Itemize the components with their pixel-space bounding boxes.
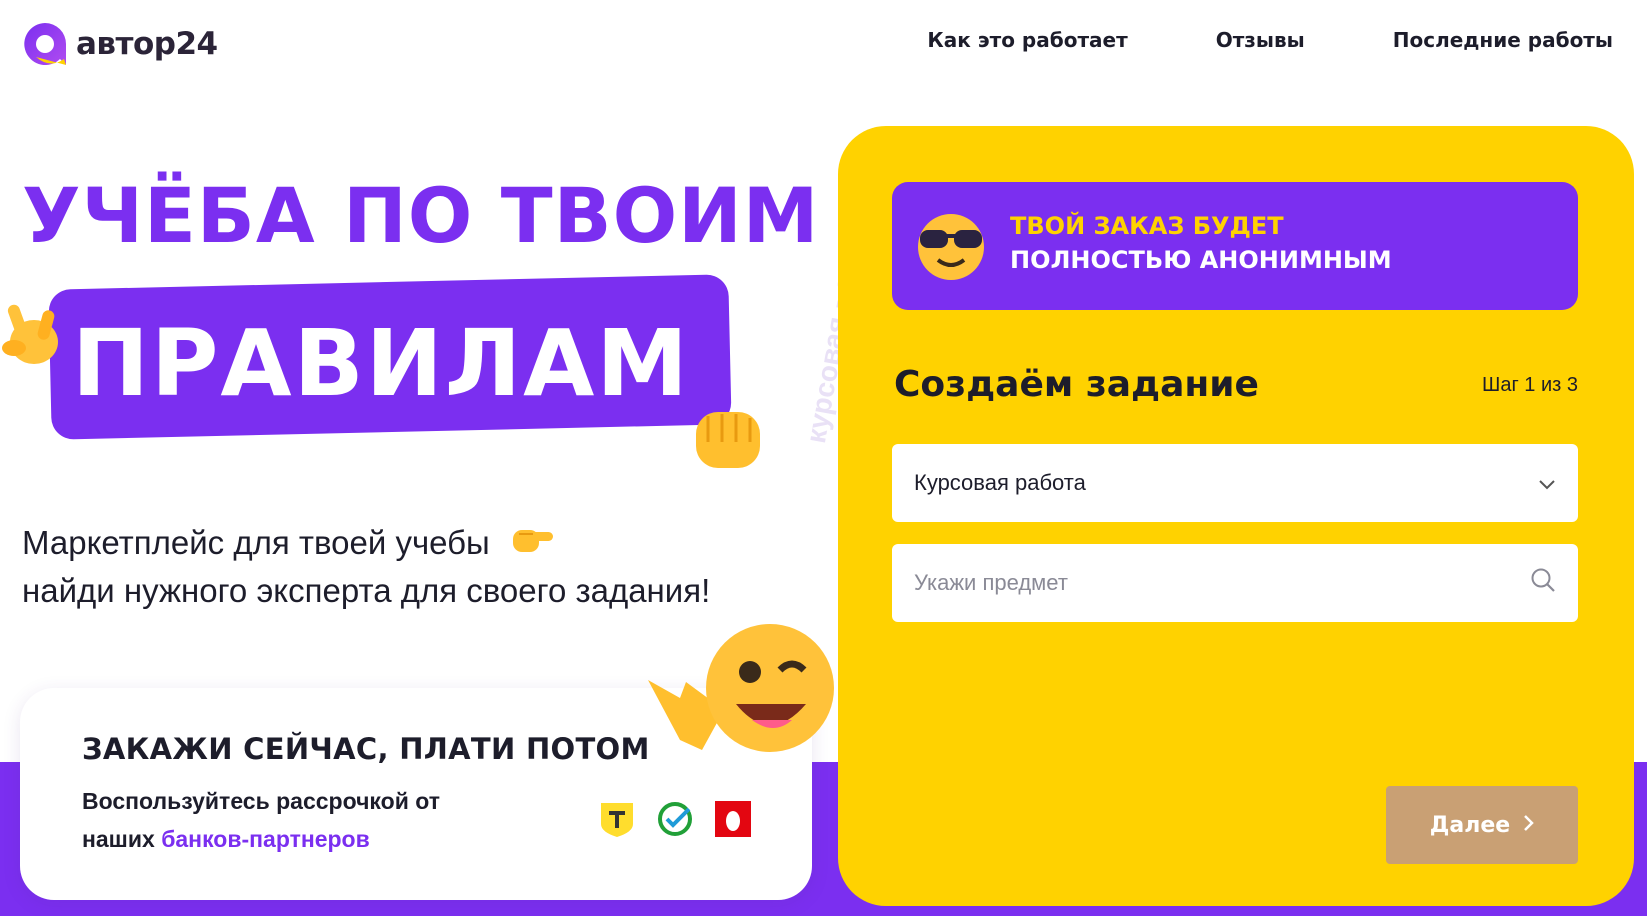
t-bank-icon bbox=[598, 800, 636, 838]
sber-icon bbox=[656, 800, 694, 838]
hero-heading-line1: УЧЁБА ПО ТВОИМ bbox=[22, 171, 820, 260]
rock-hand-emoji-icon bbox=[0, 296, 66, 375]
logo[interactable]: автор24 bbox=[20, 18, 218, 70]
work-type-select[interactable]: Курсовая работа bbox=[892, 444, 1578, 522]
subject-field bbox=[892, 544, 1578, 622]
mts-icon bbox=[714, 800, 752, 838]
partner-banks-link[interactable]: банков-партнеров bbox=[161, 826, 370, 852]
main-nav: Как это работает Отзывы Последние работы bbox=[927, 28, 1613, 52]
hero-subtitle: Маркетплейс для твоей учебы найди нужног… bbox=[22, 520, 710, 614]
hero-heading-line2: ПРАВИЛАМ bbox=[72, 310, 690, 417]
subject-input[interactable] bbox=[914, 570, 1556, 596]
bank-icons bbox=[598, 800, 752, 838]
next-button-label: Далее bbox=[1429, 812, 1511, 838]
search-icon bbox=[1530, 567, 1556, 599]
order-form-panel: ТВОЙ ЗАКАЗ БУДЕТ ПОЛНОСТЬЮ АНОНИМНЫМ Соз… bbox=[838, 126, 1634, 906]
fist-emoji-icon bbox=[690, 404, 766, 479]
pointing-hand-emoji-icon bbox=[511, 522, 555, 568]
logo-icon bbox=[20, 19, 70, 69]
hero-subtitle-line2: найди нужного эксперта для своего задани… bbox=[22, 572, 711, 610]
nav-how-it-works[interactable]: Как это работает bbox=[927, 28, 1127, 52]
sunglasses-face-emoji-icon bbox=[914, 208, 988, 287]
chevron-right-icon bbox=[1522, 813, 1534, 838]
nav-latest-works[interactable]: Последние работы bbox=[1393, 28, 1613, 52]
form-title: Создаём задание bbox=[894, 364, 1259, 405]
hero-subtitle-line1: Маркетплейс для твоей учебы bbox=[22, 524, 490, 561]
chevron-down-icon bbox=[1538, 470, 1556, 496]
logo-text: автор24 bbox=[76, 26, 218, 62]
winking-face-emoji-icon bbox=[640, 620, 840, 775]
anonymity-banner: ТВОЙ ЗАКАЗ БУДЕТ ПОЛНОСТЬЮ АНОНИМНЫМ bbox=[892, 182, 1578, 310]
next-button[interactable]: Далее bbox=[1386, 786, 1578, 864]
promo-text: Воспользуйтесь рассрочкой от наших банко… bbox=[82, 782, 502, 858]
work-type-value: Курсовая работа bbox=[914, 470, 1086, 495]
promo-title: ЗАКАЖИ СЕЙЧАС, ПЛАТИ ПОТОМ bbox=[82, 732, 650, 766]
nav-reviews[interactable]: Отзывы bbox=[1216, 28, 1305, 52]
anonymity-banner-line1: ТВОЙ ЗАКАЗ БУДЕТ bbox=[1010, 212, 1284, 240]
anonymity-banner-line2: ПОЛНОСТЬЮ АНОНИМНЫМ bbox=[1010, 246, 1392, 274]
form-step-indicator: Шаг 1 из 3 bbox=[1481, 374, 1578, 396]
